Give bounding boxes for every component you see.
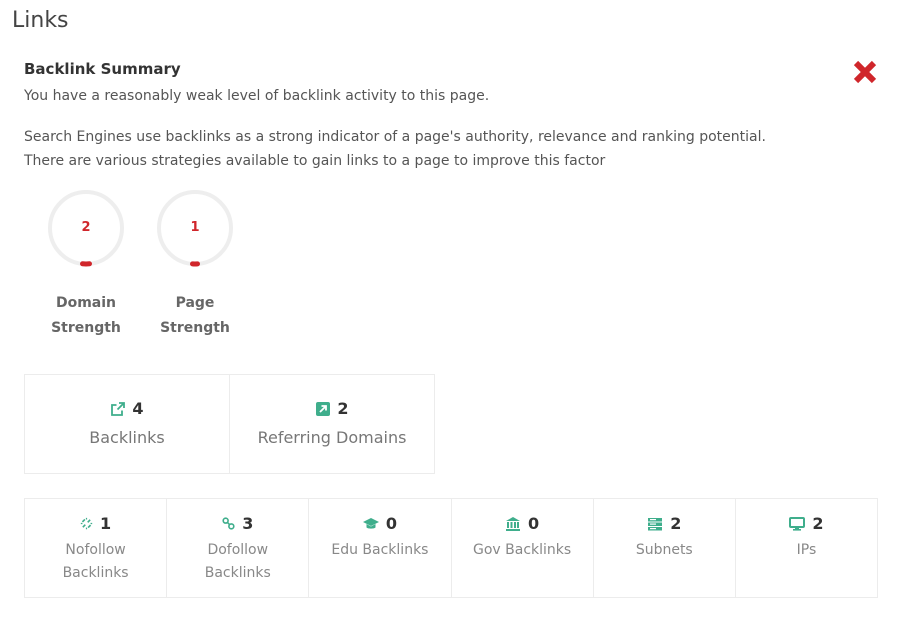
dofollow-count: 3 <box>242 514 254 533</box>
bank-icon <box>506 516 521 531</box>
ips-label: IPs <box>796 542 817 558</box>
stat-gov-backlinks: 0 Gov Backlinks <box>452 499 594 597</box>
nofollow-count: 1 <box>100 514 112 533</box>
stat-nofollow-backlinks: 1 Nofollow Backlinks <box>25 499 168 597</box>
stat-backlinks: 4 Backlinks <box>25 375 230 473</box>
stat-referring-domains: 2 Referring Domains <box>230 375 434 473</box>
close-icon[interactable] <box>851 58 879 86</box>
link-icon <box>222 517 235 530</box>
stat-subnets: 2 Subnets <box>594 499 736 597</box>
domain-strength-gauge: 2 Domain Strength <box>46 188 126 341</box>
secondary-stats: 1 Nofollow Backlinks 3 Dofollow Backlink… <box>24 498 878 598</box>
domain-strength-value: 2 <box>81 220 91 235</box>
page-strength-gauge: 1 Page Strength <box>155 188 235 341</box>
referring-domains-count: 2 <box>337 399 349 418</box>
edu-count: 0 <box>385 514 397 533</box>
stat-edu-backlinks: 0 Edu Backlinks <box>309 499 452 597</box>
section-title: Links <box>12 8 69 33</box>
summary-description: Search Engines use backlinks as a strong… <box>24 129 766 169</box>
backlinks-label: Backlinks <box>89 428 165 447</box>
edu-label: Edu Backlinks <box>331 542 429 558</box>
nofollow-label: Nofollow Backlinks <box>62 542 129 581</box>
server-icon <box>648 517 663 530</box>
unlink-icon <box>80 517 93 530</box>
stat-dofollow-backlinks: 3 Dofollow Backlinks <box>167 499 310 597</box>
subnets-label: Subnets <box>635 542 693 558</box>
page-strength-value: 1 <box>190 220 200 235</box>
gov-count: 0 <box>528 514 540 533</box>
referring-domains-label: Referring Domains <box>257 428 407 447</box>
dofollow-label: Dofollow Backlinks <box>204 542 271 581</box>
gov-label: Gov Backlinks <box>473 542 572 558</box>
external-link-icon <box>111 401 126 416</box>
page-strength-label: Page Strength <box>160 295 230 336</box>
graduation-cap-icon <box>362 517 379 529</box>
domain-strength-label: Domain Strength <box>51 295 121 336</box>
monitor-icon <box>789 516 806 531</box>
arrow-up-right-icon <box>316 401 331 416</box>
subnets-count: 2 <box>670 514 682 533</box>
summary-status-text: You have a reasonably weak level of back… <box>24 88 490 104</box>
primary-stats: 4 Backlinks 2 Referring Domains <box>24 374 435 474</box>
summary-heading: Backlink Summary <box>24 60 181 78</box>
backlinks-count: 4 <box>132 399 144 418</box>
stat-ips: 2 IPs <box>736 499 877 597</box>
ips-count: 2 <box>812 514 824 533</box>
